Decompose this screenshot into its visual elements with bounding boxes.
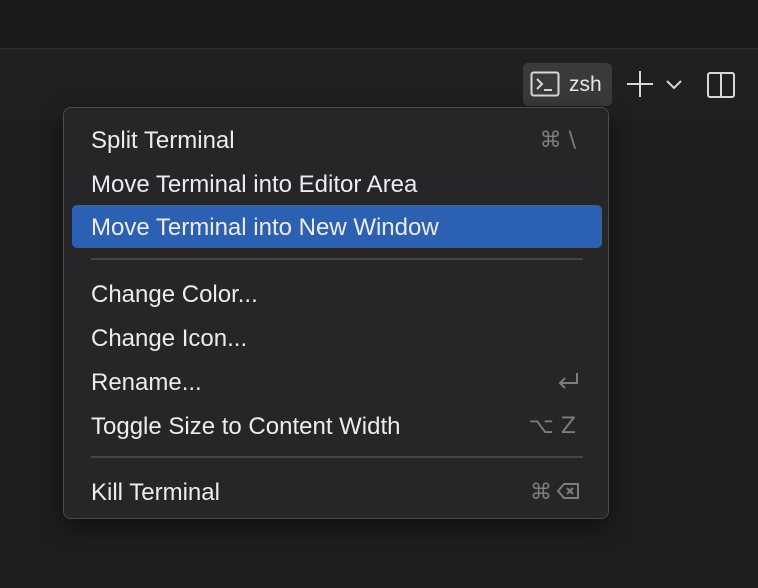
split-editor-icon[interactable] [705, 69, 737, 101]
menu-item-label: Change Icon... [91, 325, 248, 352]
menu-item-shortcut: ⌥ Z [528, 414, 576, 439]
return-key-icon [558, 373, 578, 389]
menu-item-move-to-editor[interactable]: Move Terminal into Editor Area [72, 162, 602, 205]
plus-icon[interactable] [624, 68, 656, 100]
menu-item-label: Move Terminal into New Window [91, 214, 439, 241]
menu-item-shortcut: ⌘ \ [539, 128, 576, 153]
menu-item-label: Split Terminal [91, 127, 235, 154]
delete-key-icon [556, 483, 579, 499]
menu-item-label: Toggle Size to Content Width [91, 413, 401, 440]
menu-item-label: Move Terminal into Editor Area [91, 171, 418, 198]
terminal-context-menu: Split Terminal ⌘ \ Move Terminal into Ed… [63, 107, 609, 519]
menu-separator [91, 258, 583, 260]
menu-item-rename[interactable]: Rename... [72, 360, 602, 403]
menu-separator [91, 456, 583, 458]
terminal-tab-label: zsh [569, 73, 602, 96]
menu-item-change-icon[interactable]: Change Icon... [72, 316, 602, 359]
terminal-tab-zsh[interactable]: zsh [523, 63, 612, 106]
menu-item-toggle-size[interactable]: Toggle Size to Content Width ⌥ Z [72, 404, 602, 447]
menu-item-label: Kill Terminal [91, 479, 220, 506]
title-bar [0, 0, 758, 48]
menu-item-move-to-new-window[interactable]: Move Terminal into New Window [72, 205, 602, 248]
menu-item-shortcut: ⌘ [530, 480, 552, 505]
menu-item-split-terminal[interactable]: Split Terminal ⌘ \ [72, 118, 602, 161]
menu-item-label: Rename... [91, 369, 202, 396]
menu-item-kill-terminal[interactable]: Kill Terminal ⌘ [72, 470, 602, 513]
chevron-down-icon[interactable] [664, 76, 684, 92]
menu-item-change-color[interactable]: Change Color... [72, 272, 602, 315]
terminal-icon [530, 71, 560, 97]
menu-item-label: Change Color... [91, 281, 258, 308]
